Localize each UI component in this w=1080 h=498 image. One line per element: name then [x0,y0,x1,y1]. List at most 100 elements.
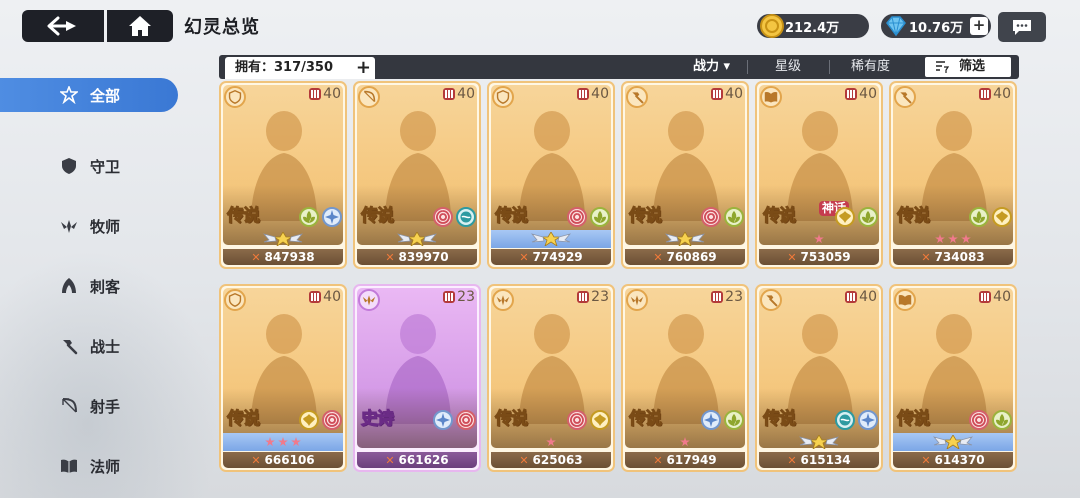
home-button[interactable] [107,10,173,42]
level-bars-icon [979,88,992,100]
assassin-icon [62,278,76,293]
crossed-swords-icon: ✕ [251,250,261,264]
power-value: 774929 [532,250,583,264]
star-rating [935,234,971,244]
sidebar-item-archer[interactable]: 射手 [0,376,180,436]
class-badge [492,86,514,108]
power-value: 661626 [398,453,449,467]
priest-icon [630,295,644,306]
sort-by-power[interactable]: 战力 ▾ [693,57,730,77]
wind-element-icon [724,207,744,227]
filter-button[interactable]: 筛选 [925,57,1011,77]
shield-icon [228,90,242,104]
level-value: 40 [993,86,1011,102]
element-icons [433,410,476,430]
chat-button[interactable] [998,12,1046,42]
hero-level: 40 [577,86,609,102]
level-bars-icon [309,88,322,100]
page-title: 幻灵总览 [184,17,260,38]
top-bar: 幻灵总览 212.4万 10.76万 + [0,0,1080,50]
sort-filter-bar: 拥有：317/350 + 战力 ▾ 星级 稀有度 筛选 [219,55,1019,79]
class-badge [358,86,380,108]
gem-currency: 10.76万 + [881,14,991,38]
element-icons [835,207,878,227]
sidebar-item-assassin[interactable]: 刺客 [0,256,180,316]
water-element-icon [456,207,476,227]
class-badge [358,289,380,311]
hero-card[interactable]: 23 史诗 ✕ 661626 [353,284,481,472]
star-wings-icon [933,435,973,449]
crossed-swords-icon: ✕ [921,250,931,264]
star-rating [680,437,690,447]
hero-level: 23 [577,289,609,305]
power-value: 734083 [934,250,985,264]
owned-count-label: 拥有：317/350 [235,60,334,75]
level-bars-icon [711,88,724,100]
hero-level: 23 [711,289,743,305]
star-band [893,433,1013,451]
expand-capacity-button[interactable]: + [356,59,371,77]
class-badge [224,86,246,108]
star-band [357,230,477,248]
hero-card[interactable]: 40 传说 ✕ 734083 [889,81,1017,269]
star-band [491,433,611,451]
combat-power: ✕ 617949 [625,452,745,468]
star-wings-icon [531,232,571,246]
sidebar-item-label: 射手 [90,397,121,416]
sort-by-stars[interactable]: 星级 [775,57,801,77]
sidebar-item-label: 守卫 [90,157,121,176]
shield-icon [228,293,242,307]
star-wings-icon [263,232,303,246]
star-wings-icon [397,232,437,246]
class-badge [626,86,648,108]
element-icons [701,207,744,227]
sort-by-rarity[interactable]: 稀有度 [851,57,890,77]
hero-card[interactable]: 40 传说 ✕ 847938 [219,81,347,269]
rarity-label: 传说 [361,206,395,227]
hero-card[interactable]: 40 传说 ✕ 839970 [353,81,481,269]
pink-star-icon [291,437,301,447]
hero-card[interactable]: 40 传说 ✕ 614370 [889,284,1017,472]
rarity-label: 传说 [897,409,931,430]
power-value: 666106 [264,453,315,467]
add-gems-button[interactable]: + [970,17,988,35]
sidebar-item-guardian[interactable]: 守卫 [0,136,180,196]
level-value: 23 [457,289,475,305]
crossed-swords-icon: ✕ [251,453,261,467]
sidebar-item-priest[interactable]: 牧师 [0,196,180,256]
hero-level: 40 [309,289,341,305]
back-button[interactable] [22,10,104,42]
all-icon [60,86,78,104]
level-value: 40 [591,86,609,102]
hero-card[interactable]: 40 传说 ✕ 615134 [755,284,883,472]
hero-level: 40 [711,86,743,102]
combat-power: ✕ 847938 [223,249,343,265]
hero-card[interactable]: 23 传说 ✕ 617949 [621,284,749,472]
star-rating [814,234,824,244]
hero-card[interactable]: 40 传说 ✕ 774929 [487,81,615,269]
class-badge [894,86,916,108]
book-icon [898,295,912,306]
gem-amount: 10.76万 [909,20,964,36]
level-value: 40 [457,86,475,102]
sidebar-item-all[interactable]: 全部 [0,78,178,112]
hero-card[interactable]: 23 传说 ✕ 625063 [487,284,615,472]
class-badge [760,86,782,108]
owned-count[interactable]: 拥有：317/350 + [225,57,375,79]
star-rating [546,437,556,447]
level-bars-icon [711,291,724,303]
rarity-label: 传说 [495,409,529,430]
hero-card[interactable]: 40 传说 ✕ 760869 [621,81,749,269]
star-band [223,433,343,451]
gold-currency[interactable]: 212.4万 [757,14,869,38]
book-icon [764,92,778,103]
sidebar-item-warrior[interactable]: 战士 [0,316,180,376]
sidebar-item-mage[interactable]: 法师 [0,436,180,496]
star-band [491,230,611,248]
bow-icon [363,90,376,103]
level-bars-icon [979,291,992,303]
hero-card[interactable]: 40 传说 ✕ 666106 [219,284,347,472]
power-value: 615134 [800,453,851,467]
hero-card[interactable]: 40 传说 神话 ✕ 753059 [755,81,883,269]
crossed-swords-icon: ✕ [519,250,529,264]
